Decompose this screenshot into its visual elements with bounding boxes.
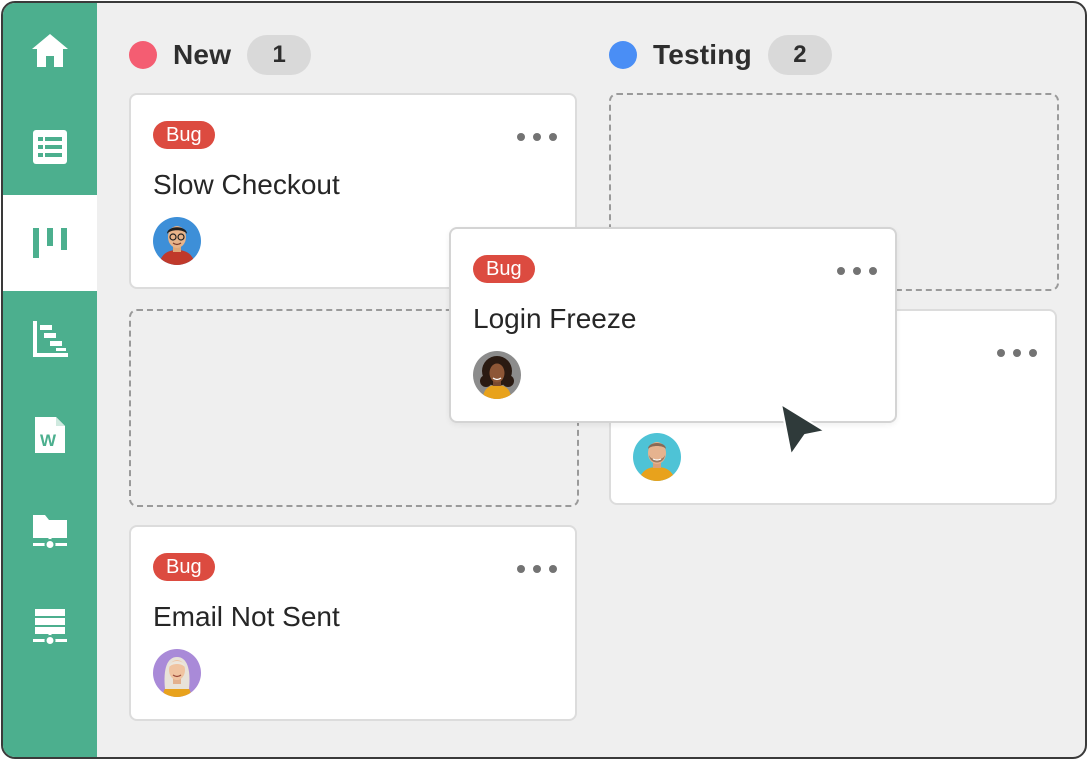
home-icon — [32, 34, 68, 67]
more-options-icon[interactable] — [517, 565, 557, 575]
card-title: Slow Checkout — [153, 169, 340, 200]
card-title: Email Not Sent — [153, 601, 340, 632]
more-options-icon[interactable] — [997, 349, 1037, 359]
avatar — [473, 351, 521, 399]
sidebar-item-gantt[interactable] — [3, 291, 97, 387]
more-options-icon[interactable] — [837, 267, 877, 277]
avatar — [633, 433, 681, 481]
sidebar-item-shared-folder[interactable] — [3, 483, 97, 579]
column-header-new: New 1 — [129, 33, 312, 77]
network-server-icon — [33, 609, 67, 646]
sidebar-item-network[interactable] — [3, 579, 97, 675]
card-title: Login Freeze — [473, 303, 637, 334]
column-title: Testing — [653, 39, 752, 70]
column-count-badge: 2 — [767, 35, 832, 75]
more-options-icon[interactable] — [517, 133, 557, 143]
column-title: New — [173, 39, 232, 70]
dragged-task-card[interactable]: Bug Login Freeze — [449, 227, 897, 423]
list-icon — [33, 130, 67, 164]
kanban-board-icon — [33, 228, 67, 258]
gantt-icon — [33, 321, 68, 357]
mouse-cursor-icon — [780, 403, 826, 456]
column-count-badge: 1 — [247, 35, 312, 75]
avatar-man-glasses — [153, 217, 201, 265]
kanban-window: W New 1 Testing 2 Bug Slow Checkout Bug … — [1, 1, 1087, 759]
sidebar-item-document[interactable]: W — [3, 387, 97, 483]
column-header-testing: Testing 2 — [609, 33, 832, 77]
bug-badge: Bug — [153, 553, 215, 581]
shared-folder-icon — [33, 515, 67, 550]
avatar-woman-blonde — [153, 649, 201, 697]
sidebar-item-list[interactable] — [3, 99, 97, 195]
bug-badge: Bug — [153, 121, 215, 149]
avatar — [153, 649, 201, 697]
bug-badge: Bug — [473, 255, 535, 283]
task-card[interactable]: Bug Email Not Sent — [129, 525, 577, 721]
sidebar-item-board[interactable] — [3, 195, 97, 291]
avatar-woman-curly — [473, 351, 521, 399]
avatar-man-beard — [633, 433, 681, 481]
word-letter: W — [40, 431, 57, 450]
word-document-icon: W — [35, 417, 65, 453]
sidebar: W — [3, 3, 97, 757]
status-dot-testing — [609, 41, 637, 69]
status-dot-new — [129, 41, 157, 69]
avatar — [153, 217, 201, 265]
sidebar-item-home[interactable] — [3, 3, 97, 99]
